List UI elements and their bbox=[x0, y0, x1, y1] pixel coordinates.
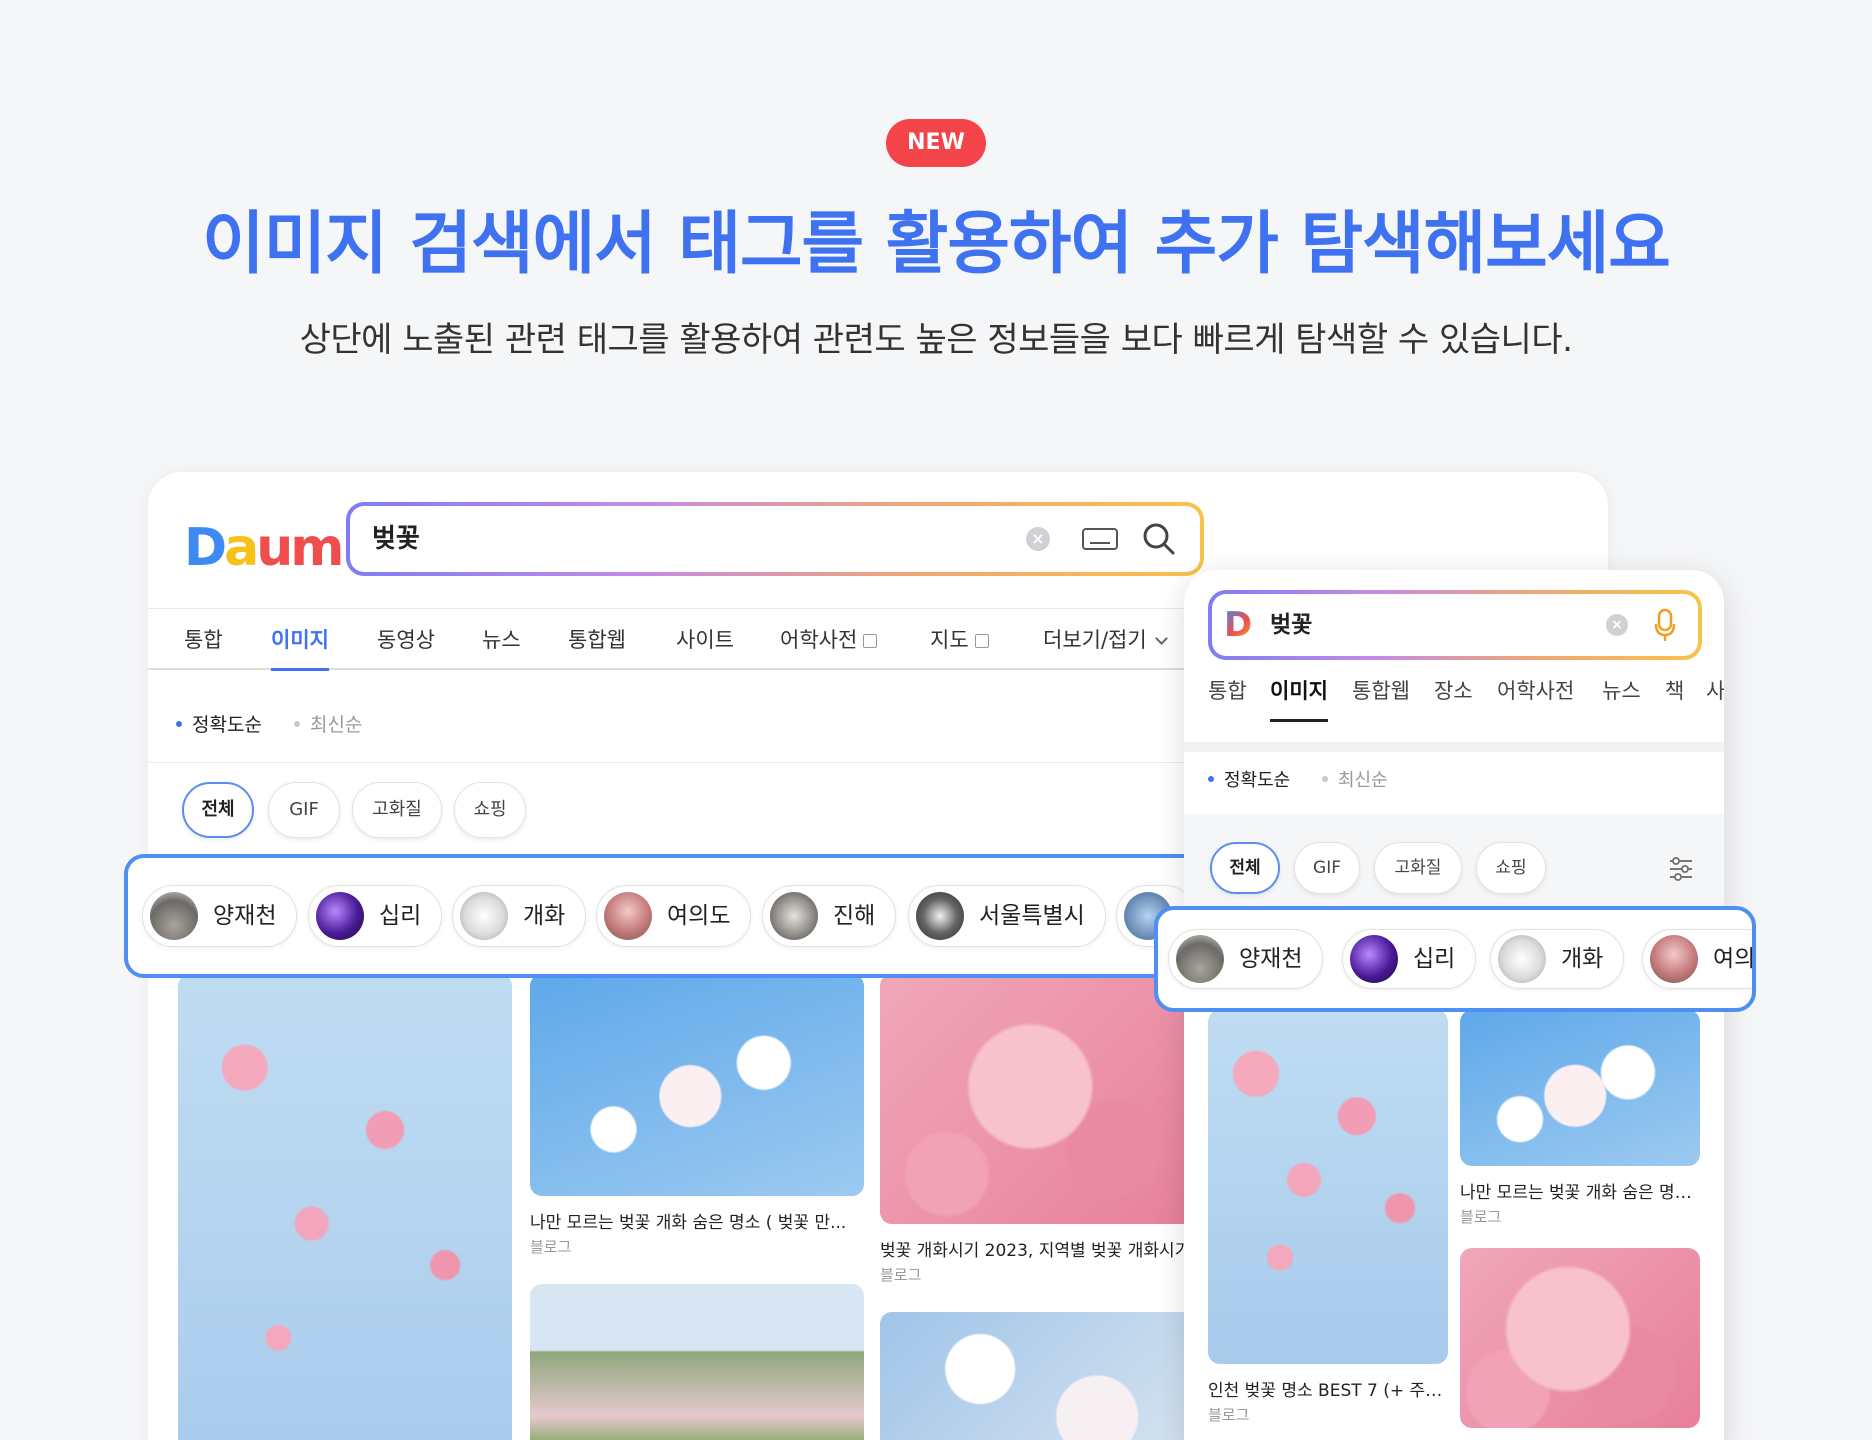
tag-thumbnail bbox=[604, 892, 652, 940]
tag-chip[interactable]: 십리 bbox=[308, 885, 443, 947]
search-input[interactable]: 벚꽃 bbox=[1270, 594, 1312, 656]
mobile-related-tags: 양재천 십리 개화 여의 bbox=[1154, 906, 1756, 1012]
result-image[interactable] bbox=[1208, 1010, 1448, 1364]
filter-hd[interactable]: 고화질 bbox=[1374, 842, 1462, 894]
mobile-sort-options: 정확도순 최신순 bbox=[1208, 766, 1414, 792]
tag-chip[interactable]: 개화 bbox=[1490, 929, 1625, 989]
divider bbox=[1184, 742, 1724, 752]
page-headline: 이미지 검색에서 태그를 활용하여 추가 탐색해보세요 bbox=[202, 205, 1671, 284]
filter-shopping[interactable]: 쇼핑 bbox=[1476, 842, 1546, 894]
clear-icon[interactable]: × bbox=[1606, 614, 1628, 636]
mic-icon[interactable] bbox=[1654, 608, 1676, 642]
tab-dictionary[interactable]: 어학사전 bbox=[780, 609, 878, 669]
tab-image[interactable]: 이미지 bbox=[1270, 666, 1328, 722]
tag-thumbnail bbox=[1350, 935, 1398, 983]
tag-thumbnail bbox=[916, 892, 964, 940]
result-caption[interactable]: 나만 모르는 벚꽃 개화 숨은 명소 ( 벚꽃 만... bbox=[530, 1208, 864, 1233]
result-source: 블로그 bbox=[880, 1266, 922, 1284]
result-image[interactable] bbox=[178, 974, 512, 1440]
tab-dictionary[interactable]: 어학사전 bbox=[1497, 666, 1574, 716]
filter-shopping[interactable]: 쇼핑 bbox=[454, 782, 526, 838]
sort-accuracy[interactable]: 정확도순 bbox=[176, 710, 262, 737]
result-caption[interactable]: 인천 벚꽃 명소 BEST 7 (+ 주차 ... bbox=[1208, 1376, 1448, 1401]
result-source: 블로그 bbox=[1208, 1406, 1250, 1424]
tag-chip[interactable]: 서울특별시 bbox=[908, 885, 1106, 947]
tab-video[interactable]: 동영상 bbox=[377, 609, 435, 669]
tag-chip[interactable]: 여의도 bbox=[596, 885, 752, 947]
tag-chip[interactable]: 여의 bbox=[1642, 929, 1752, 989]
result-image[interactable] bbox=[1460, 1248, 1700, 1428]
search-icon[interactable] bbox=[1142, 522, 1176, 556]
desktop-sort-options: 정확도순 최신순 bbox=[176, 710, 388, 737]
external-box-icon bbox=[863, 634, 878, 648]
tag-chip[interactable]: 양재천 bbox=[1168, 929, 1324, 989]
filter-gif[interactable]: GIF bbox=[1294, 842, 1360, 894]
result-image[interactable] bbox=[1460, 1010, 1700, 1166]
sliders-icon[interactable] bbox=[1668, 856, 1694, 882]
clear-icon[interactable]: × bbox=[1026, 527, 1050, 551]
tab-book[interactable]: 책 bbox=[1665, 666, 1684, 716]
daum-logo[interactable]: Daum bbox=[184, 518, 344, 578]
result-image[interactable] bbox=[530, 1284, 864, 1440]
sort-latest[interactable]: 최신순 bbox=[1322, 766, 1388, 792]
sort-latest[interactable]: 최신순 bbox=[294, 710, 362, 737]
tab-integrated[interactable]: 통합 bbox=[1208, 666, 1247, 716]
tab-news[interactable]: 뉴스 bbox=[1602, 666, 1641, 716]
tab-news[interactable]: 뉴스 bbox=[482, 609, 521, 669]
tab-map[interactable]: 지도 bbox=[930, 609, 989, 669]
filter-all[interactable]: 전체 bbox=[182, 782, 254, 838]
tag-chip[interactable]: 양재천 bbox=[142, 885, 298, 947]
tab-web[interactable]: 통합웹 bbox=[1352, 666, 1410, 716]
tab-place[interactable]: 장소 bbox=[1434, 666, 1473, 716]
daum-d-icon: D bbox=[1224, 608, 1258, 642]
new-badge: NEW bbox=[886, 119, 986, 167]
filter-all[interactable]: 전체 bbox=[1210, 842, 1280, 894]
tag-chip[interactable]: 개화 bbox=[452, 885, 587, 947]
desktop-related-tags: 양재천 십리 개화 여의도 진해 서울특별시 bbox=[124, 854, 1204, 978]
mobile-tab-bar: 통합 이미지 통합웹 장소 어학사전 뉴스 책 사 bbox=[1184, 666, 1724, 722]
tag-thumbnail bbox=[770, 892, 818, 940]
result-image[interactable] bbox=[880, 974, 1214, 1224]
search-input[interactable]: 벚꽃 bbox=[372, 506, 420, 572]
tag-thumbnail bbox=[1650, 935, 1698, 983]
tag-thumbnail bbox=[1498, 935, 1546, 983]
sort-accuracy[interactable]: 정확도순 bbox=[1208, 766, 1290, 792]
mobile-search-box[interactable]: D 벚꽃 × bbox=[1208, 590, 1702, 660]
result-source: 블로그 bbox=[530, 1238, 572, 1256]
external-box-icon bbox=[974, 634, 989, 648]
keyboard-icon[interactable] bbox=[1082, 528, 1118, 550]
result-source: 블로그 bbox=[1460, 1208, 1502, 1226]
tab-site[interactable]: 사이트 bbox=[676, 609, 734, 669]
tag-thumbnail bbox=[1176, 935, 1224, 983]
filter-gif[interactable]: GIF bbox=[268, 782, 340, 838]
tag-chip[interactable]: 진해 bbox=[762, 885, 897, 947]
tab-more[interactable]: 더보기/접기 bbox=[1043, 609, 1168, 669]
desktop-search-box[interactable]: 벚꽃 × bbox=[346, 502, 1204, 576]
result-caption[interactable]: 나만 모르는 벚꽃 개화 숨은 명소 ... bbox=[1460, 1178, 1700, 1203]
page-subheadline: 상단에 노출된 관련 태그를 활용하여 관련도 높은 정보들을 보다 빠르게 탐… bbox=[299, 320, 1573, 360]
tab-image[interactable]: 이미지 bbox=[271, 609, 329, 671]
result-caption[interactable]: 벚꽃 개화시기 2023, 지역별 벚꽃 개화시기 bbox=[880, 1236, 1210, 1261]
tag-thumbnail bbox=[316, 892, 364, 940]
filter-hd[interactable]: 고화질 bbox=[352, 782, 442, 838]
result-image[interactable] bbox=[530, 974, 864, 1196]
tab-integrated[interactable]: 통합 bbox=[184, 609, 223, 669]
tab-overflow[interactable]: 사 bbox=[1706, 666, 1724, 716]
tab-web[interactable]: 통합웹 bbox=[568, 609, 626, 669]
chevron-down-icon bbox=[1154, 632, 1168, 645]
tag-chip[interactable]: 십리 bbox=[1342, 929, 1477, 989]
result-image[interactable] bbox=[880, 1312, 1214, 1440]
tag-thumbnail bbox=[460, 892, 508, 940]
tag-thumbnail bbox=[150, 892, 198, 940]
